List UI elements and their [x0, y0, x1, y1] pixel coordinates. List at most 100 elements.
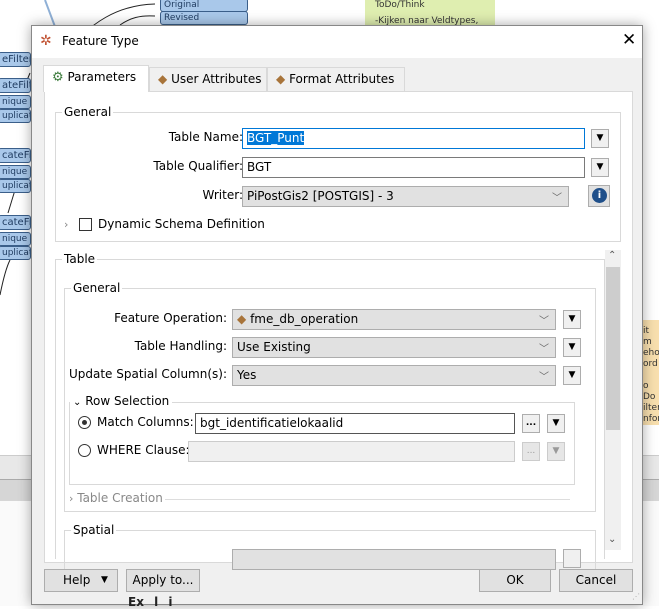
match-columns-menu-button[interactable]: ▼: [547, 414, 565, 433]
group-title: Spatial: [71, 523, 117, 537]
update-spatial-menu-button[interactable]: ▼: [563, 366, 581, 385]
gear-icon: ⚙: [52, 70, 64, 85]
writer-info-button[interactable]: i: [588, 185, 610, 207]
table-name-label: Table Name:: [168, 130, 243, 144]
note-text: o Do: [643, 381, 656, 402]
help-button[interactable]: Help ▼: [44, 569, 118, 592]
tab-label: User Attributes: [171, 72, 262, 86]
chevron-down-icon: ﹀: [552, 193, 562, 204]
spatial-select[interactable]: [232, 549, 556, 570]
group-title: Table: [62, 252, 98, 266]
tab-user-attributes[interactable]: ◆ User Attributes: [149, 67, 267, 91]
update-spatial-label: Update Spatial Column(s):: [68, 367, 227, 381]
transformer-node[interactable]: cateFilter: [0, 148, 31, 163]
table-general-group: General Feature Operation: ◆ fme_db_oper…: [64, 281, 596, 512]
where-clause-ellipsis-button[interactable]: ...: [522, 442, 540, 461]
table-handling-select[interactable]: Use Existing ﹀: [232, 337, 556, 358]
dynamic-schema-checkbox[interactable]: [79, 218, 92, 231]
port-unique[interactable]: nique: [0, 95, 31, 109]
note-text: ilter: [643, 403, 659, 413]
port-duplicate[interactable]: uplicate: [0, 179, 31, 193]
port-unique[interactable]: nique: [0, 165, 31, 179]
tab-format-attributes[interactable]: ◆ Format Attributes: [267, 67, 405, 91]
table-creation-header[interactable]: › Table Creation: [69, 491, 163, 505]
table-name-input[interactable]: BGT_Punt: [242, 128, 585, 149]
where-clause-label: WHERE Clause:: [97, 443, 190, 457]
feature-operation-select[interactable]: ◆ fme_db_operation ﹀: [232, 309, 556, 330]
cancel-button[interactable]: Cancel: [559, 569, 633, 592]
update-spatial-select[interactable]: Yes ﹀: [232, 365, 556, 386]
port-duplicate[interactable]: uplicate: [0, 109, 31, 123]
chevron-down-icon: ﹀: [539, 316, 549, 327]
scroll-down-icon[interactable]: ⌄: [608, 534, 616, 545]
tab-label: Format Attributes: [289, 72, 395, 86]
apply-to-button[interactable]: Apply to...: [126, 569, 200, 592]
group-title: Table Creation: [77, 491, 163, 505]
table-name-value: BGT_Punt: [247, 131, 305, 145]
where-clause-radio[interactable]: [78, 444, 91, 457]
spatial-group: Spatial: [64, 523, 596, 570]
arrow-right-icon: ◆: [158, 72, 168, 86]
transformer-node[interactable]: cateFilter: [0, 215, 31, 230]
parameters-pane: General Table Name: BGT_Punt ▼ Table Qua…: [44, 91, 633, 570]
feature-operation-menu-button[interactable]: ▼: [563, 310, 581, 329]
chevron-down-icon: ﹀: [539, 372, 549, 383]
match-columns-ellipsis-button[interactable]: ...: [522, 414, 540, 433]
table-qualifier-input[interactable]: BGT: [242, 157, 585, 178]
feature-operation-label: Feature Operation:: [114, 311, 227, 325]
chevron-down-icon: ﹀: [539, 344, 549, 355]
note-text: ord: [643, 359, 658, 369]
table-name-menu-button[interactable]: ▼: [591, 129, 609, 148]
port-unique[interactable]: nique: [0, 232, 31, 246]
chevron-right-icon[interactable]: ›: [64, 218, 68, 231]
sticky-note-orange[interactable]: it m eho ord o Do ilter nform omt: [643, 320, 659, 425]
dialog-title: Feature Type: [62, 34, 139, 48]
where-clause-input[interactable]: [188, 441, 515, 462]
table-handling-menu-button[interactable]: ▼: [563, 338, 581, 357]
match-columns-label: Match Columns:: [97, 415, 194, 429]
feature-type-dialog: ✲ Feature Type ✕ ⚙ Parameters ◆ User Att…: [31, 25, 643, 605]
tab-parameters[interactable]: ⚙ Parameters: [43, 65, 149, 92]
port-revised[interactable]: Revised: [160, 11, 248, 25]
update-spatial-value: Yes: [237, 368, 257, 382]
scroll-up-icon[interactable]: ⌃: [608, 250, 616, 261]
note-text: ToDo/Think: [375, 0, 425, 10]
note-text: it m: [643, 326, 652, 347]
scrollbar-thumb[interactable]: [606, 267, 620, 430]
group-title: General: [71, 281, 123, 295]
match-columns-input[interactable]: bgt_identificatielokaalid: [195, 413, 515, 434]
table-handling-value: Use Existing: [237, 340, 311, 354]
help-label: Help: [63, 573, 91, 587]
fme-app-icon: ✲: [40, 33, 52, 49]
row-selection-group: ⌄ Row Selection Match Columns: bgt_ident…: [69, 394, 575, 485]
table-handling-label: Table Handling:: [134, 339, 227, 353]
table-qualifier-menu-button[interactable]: ▼: [591, 158, 609, 177]
port-duplicate[interactable]: uplicate: [0, 246, 31, 260]
title-bar: ✲ Feature Type ✕: [32, 26, 642, 58]
general-group: General Table Name: BGT_Punt ▼ Table Qua…: [55, 105, 621, 242]
tab-label: Parameters: [67, 70, 137, 84]
sticky-note[interactable]: ToDo/Think -Kijken naar Veldtypes, bijna: [365, 0, 495, 36]
writer-select[interactable]: PiPostGis2 [POSTGIS] - 3 ﹀: [242, 186, 569, 207]
group-title: Row Selection: [85, 394, 170, 408]
vertical-scrollbar[interactable]: ⌃ ⌄: [605, 250, 621, 550]
feature-operation-value: fme_db_operation: [250, 312, 359, 326]
chevron-down-icon: ⌄: [73, 397, 82, 408]
spatial-menu-button[interactable]: [563, 549, 581, 568]
writer-value: PiPostGis2 [POSTGIS] - 3: [247, 189, 394, 203]
canvas-bottom-text: Ex l i: [128, 595, 173, 609]
where-clause-menu-button[interactable]: ▼: [547, 442, 565, 461]
arrow-right-icon: ◆: [276, 72, 286, 86]
divider: [165, 499, 570, 500]
caret-down-icon: ▼: [101, 575, 108, 585]
resize-grip-icon[interactable]: ⋰: [632, 592, 640, 601]
transformer-node[interactable]: ateFilter: [0, 78, 31, 93]
close-icon[interactable]: ✕: [622, 30, 636, 50]
note-text: eho: [643, 348, 659, 358]
row-selection-header[interactable]: ⌄ Row Selection: [70, 394, 173, 408]
table-group: Table General Feature Operation: ◆ fme_d…: [55, 252, 605, 570]
transformer-node[interactable]: eFilter: [0, 52, 31, 67]
match-columns-radio[interactable]: [78, 416, 91, 429]
ok-button[interactable]: OK: [479, 569, 551, 592]
dynamic-schema-label: Dynamic Schema Definition: [98, 217, 265, 231]
